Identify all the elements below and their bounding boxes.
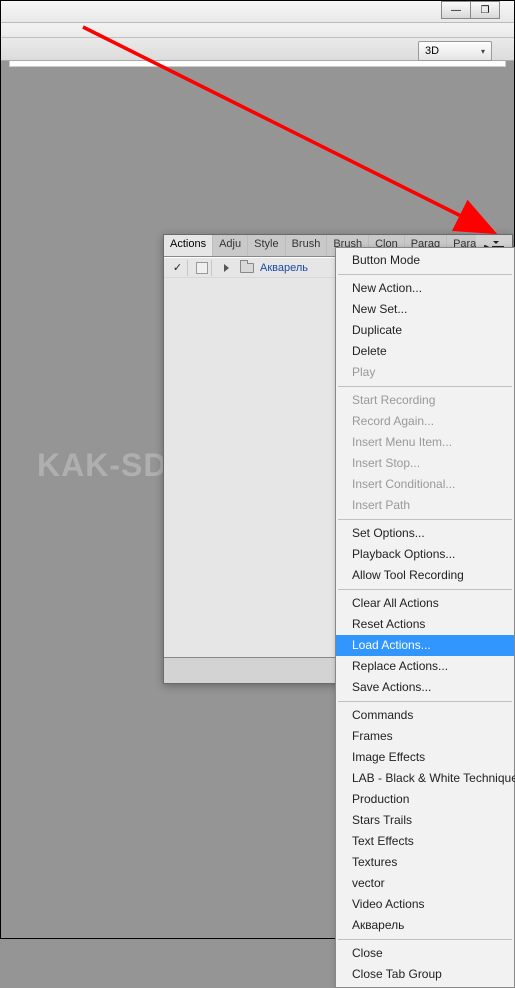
- menu-separator: [338, 589, 512, 590]
- menu-item[interactable]: Playback Options...: [336, 544, 514, 565]
- menu-item[interactable]: Акварель: [336, 915, 514, 936]
- menu-item[interactable]: Replace Actions...: [336, 656, 514, 677]
- menu-item[interactable]: New Action...: [336, 278, 514, 299]
- maximize-button[interactable]: ❐: [470, 1, 500, 19]
- menu-item[interactable]: Stars Trails: [336, 810, 514, 831]
- menu-item[interactable]: New Set...: [336, 299, 514, 320]
- chevron-down-icon: ▾: [481, 47, 485, 56]
- divider: [1, 37, 514, 38]
- action-set-label: Акварель: [258, 262, 308, 274]
- menu-item[interactable]: Allow Tool Recording: [336, 565, 514, 586]
- minimize-button[interactable]: —: [441, 1, 471, 19]
- menu-item[interactable]: Image Effects: [336, 747, 514, 768]
- menu-separator: [338, 939, 512, 940]
- menu-item: Insert Conditional...: [336, 474, 514, 495]
- 3d-label: 3D: [425, 45, 439, 57]
- menu-item[interactable]: vector: [336, 873, 514, 894]
- menu-item[interactable]: Text Effects: [336, 831, 514, 852]
- menu-item: Insert Stop...: [336, 453, 514, 474]
- menu-item[interactable]: Production: [336, 789, 514, 810]
- menu-separator: [338, 386, 512, 387]
- actions-flyout-menu: Button Mode New Action...New Set...Duplic…: [335, 247, 515, 988]
- menu-item: Insert Menu Item...: [336, 432, 514, 453]
- menu-separator: [338, 701, 512, 702]
- expand-cell[interactable]: [216, 260, 236, 276]
- triangle-right-icon: [224, 264, 229, 272]
- panel-tab[interactable]: Adju: [213, 235, 248, 256]
- panel-tab[interactable]: Actions: [164, 235, 213, 256]
- menu-separator: [338, 274, 512, 275]
- menu-item[interactable]: Frames: [336, 726, 514, 747]
- window-controls: — ❐: [442, 1, 500, 19]
- menu-item[interactable]: Set Options...: [336, 523, 514, 544]
- menu-item[interactable]: Load Actions...: [336, 635, 514, 656]
- menu-item[interactable]: Delete: [336, 341, 514, 362]
- menu-item[interactable]: Commands: [336, 705, 514, 726]
- menu-item[interactable]: Close Tab Group: [336, 964, 514, 985]
- menu-item: Record Again...: [336, 411, 514, 432]
- menu-item[interactable]: Video Actions: [336, 894, 514, 915]
- menu-item[interactable]: Reset Actions: [336, 614, 514, 635]
- check-icon: ✓: [173, 261, 182, 274]
- 3d-dropdown-button[interactable]: 3D ▾: [418, 41, 492, 61]
- menu-item[interactable]: Close: [336, 943, 514, 964]
- dialog-cell[interactable]: [192, 260, 212, 276]
- document-edge: [9, 61, 506, 67]
- empty-box-icon: [196, 262, 208, 274]
- menu-item: Start Recording: [336, 390, 514, 411]
- menu-item[interactable]: Duplicate: [336, 320, 514, 341]
- menu-item[interactable]: Save Actions...: [336, 677, 514, 698]
- title-bar: — ❐: [1, 1, 514, 23]
- folder-icon: [240, 263, 254, 273]
- menu-item[interactable]: Clear All Actions: [336, 593, 514, 614]
- toggle-cell[interactable]: ✓: [168, 260, 188, 276]
- panel-tab[interactable]: Brush: [286, 235, 328, 256]
- menu-item[interactable]: LAB - Black & White Technique: [336, 768, 514, 789]
- menu-separator: [338, 519, 512, 520]
- menu-item: Play: [336, 362, 514, 383]
- options-bar: 3D ▾: [1, 23, 514, 61]
- panel-tab[interactable]: Style: [248, 235, 285, 256]
- menu-item: Insert Path: [336, 495, 514, 516]
- menu-item[interactable]: Textures: [336, 852, 514, 873]
- menu-item[interactable]: Button Mode: [336, 250, 514, 271]
